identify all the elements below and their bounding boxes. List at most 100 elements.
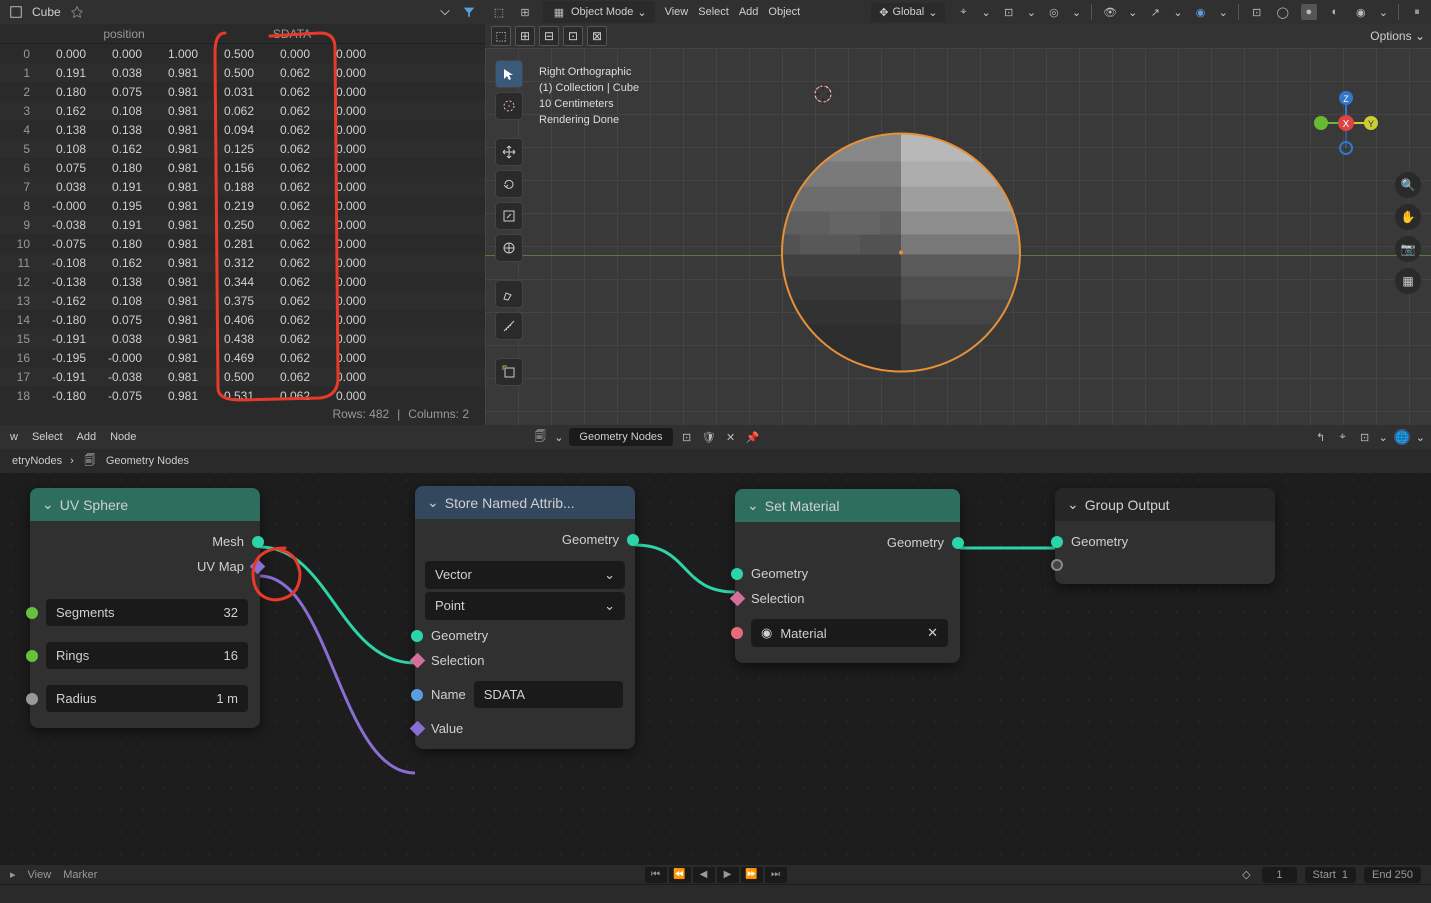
socket-geo-in[interactable]: Geometry — [751, 566, 808, 581]
table-row[interactable]: 00.0000.0001.0000.5000.0000.000 — [0, 44, 485, 63]
menu-w[interactable]: w — [10, 431, 18, 443]
table-row[interactable]: 30.1620.1080.9810.0620.0620.000 — [0, 101, 485, 120]
toggle-icon[interactable] — [437, 4, 453, 20]
table-row[interactable]: 13-0.1620.1080.9810.3750.0620.000 — [0, 291, 485, 310]
shade-wire-icon[interactable]: ◯ — [1275, 4, 1291, 20]
table-row[interactable]: 9-0.0380.1910.9810.2500.0620.000 — [0, 215, 485, 234]
orientation-dropdown[interactable]: ✥ Global ⌄ — [871, 3, 945, 22]
tool-rotate[interactable] — [495, 170, 523, 198]
interaction-icon[interactable]: ⊞ — [517, 4, 533, 20]
material-picker[interactable]: ◉Material✕ — [751, 619, 948, 647]
play-icon[interactable]: ▶ — [717, 867, 739, 883]
domain-dropdown[interactable]: Point⌄ — [425, 592, 625, 620]
browse-icon[interactable]: 🗐 — [532, 429, 548, 445]
socket-mesh[interactable]: Mesh — [212, 534, 244, 549]
table-row[interactable]: 40.1380.1380.9810.0940.0620.000 — [0, 120, 485, 139]
table-row[interactable]: 12-0.1380.1380.9810.3440.0620.000 — [0, 272, 485, 291]
socket-geo-out[interactable]: Geometry — [887, 535, 944, 550]
tool-move[interactable] — [495, 138, 523, 166]
menu-node[interactable]: Node — [110, 431, 136, 443]
table-row[interactable]: 11-0.1080.1620.9810.3120.0620.000 — [0, 253, 485, 272]
jump-end-icon[interactable]: ⏭ — [765, 867, 787, 883]
table-row[interactable]: 14-0.1800.0750.9810.4060.0620.000 — [0, 310, 485, 329]
menu-add[interactable]: Add — [739, 6, 759, 18]
tool-cursor[interactable] — [495, 92, 523, 120]
table-row[interactable]: 16-0.195-0.0000.9810.4690.0620.000 — [0, 348, 485, 367]
socket-value[interactable]: Value — [431, 721, 463, 736]
users-icon[interactable]: ⊡ — [679, 429, 695, 445]
col-position[interactable]: position — [40, 24, 208, 43]
parent-icon[interactable]: ↰ — [1313, 429, 1329, 445]
table-row[interactable]: 20.1800.0750.9810.0310.0620.000 — [0, 82, 485, 101]
name-input[interactable]: SDATA — [474, 681, 623, 708]
socket-uvmap[interactable]: UV Map — [197, 559, 244, 574]
table-row[interactable]: 60.0750.1800.9810.1560.0620.000 — [0, 158, 485, 177]
socket-selection[interactable]: Selection — [751, 591, 804, 606]
pause-icon[interactable]: ⏸ — [1409, 4, 1425, 20]
unlink-icon[interactable]: ✕ — [723, 429, 739, 445]
menu-select[interactable]: Select — [32, 431, 63, 443]
pan-icon[interactable]: ✋ — [1395, 204, 1421, 230]
overlays-icon[interactable]: ◉ — [1193, 4, 1209, 20]
socket-geo-in[interactable]: Geometry — [431, 628, 488, 643]
tool-transform[interactable] — [495, 234, 523, 262]
menu-view[interactable]: View — [28, 869, 52, 881]
socket-geo[interactable]: Geometry — [1071, 534, 1128, 549]
zoom-icon[interactable]: 🔍 — [1395, 172, 1421, 198]
node-store-attr[interactable]: ⌄Store Named Attrib... Geometry Vector⌄ … — [415, 486, 635, 749]
table-row[interactable]: 50.1080.1620.9810.1250.0620.000 — [0, 139, 485, 158]
sel-sub-icon[interactable]: ⊟ — [539, 26, 559, 46]
node-group-output[interactable]: ⌄Group Output Geometry — [1055, 488, 1275, 584]
table-row[interactable]: 15-0.1910.0380.9810.4380.0620.000 — [0, 329, 485, 348]
sel-invert-icon[interactable]: ⊠ — [587, 26, 607, 46]
col-sdata[interactable]: SDATA — [208, 24, 376, 43]
frame-start[interactable]: Start 1 — [1305, 867, 1356, 883]
xray-icon[interactable]: ⊡ — [1249, 4, 1265, 20]
menu-add[interactable]: Add — [77, 431, 97, 443]
menu-marker[interactable]: Marker — [63, 869, 97, 881]
node-uvsphere[interactable]: ⌄UV Sphere Mesh UV Map Segments32 Rings1… — [30, 488, 260, 728]
sel-extend-icon[interactable]: ⊞ — [515, 26, 535, 46]
shade-solid-icon[interactable]: ● — [1301, 4, 1317, 20]
filter-icon[interactable] — [461, 4, 477, 20]
socket-selection[interactable]: Selection — [431, 653, 484, 668]
persp-icon[interactable]: ▦ — [1395, 268, 1421, 294]
play-rev-icon[interactable]: ◀ — [693, 867, 715, 883]
proportional-icon[interactable]: ◎ — [1046, 4, 1062, 20]
tool-measure[interactable] — [495, 312, 523, 340]
pin-icon[interactable]: 📌 — [745, 429, 761, 445]
visibility-icon[interactable]: 👁 — [1102, 4, 1118, 20]
snap-icon[interactable]: ⌖ — [955, 4, 971, 20]
breadcrumb-tree[interactable]: Geometry Nodes — [106, 455, 189, 467]
keyframe-next-icon[interactable]: ⏩ — [741, 867, 763, 883]
fake-user-icon[interactable]: 🛡 — [701, 429, 717, 445]
sel-intersect-icon[interactable]: ⊡ — [563, 26, 583, 46]
menu-select[interactable]: Select — [698, 6, 729, 18]
nav-gizmo[interactable]: X Y Z — [1311, 88, 1381, 158]
tool-select[interactable] — [495, 60, 523, 88]
shade-matprev-icon[interactable]: ◐ — [1327, 4, 1343, 20]
table-row[interactable]: 10.1910.0380.9810.5000.0620.000 — [0, 63, 485, 82]
jump-start-icon[interactable]: ⏮ — [645, 867, 667, 883]
snap-type-icon[interactable]: ⊡ — [1357, 429, 1373, 445]
nodetree-name[interactable]: Geometry Nodes — [569, 428, 672, 446]
frame-end[interactable]: End 250 — [1364, 867, 1421, 883]
gizmo-icon[interactable]: ↗ — [1147, 4, 1163, 20]
shade-render-icon[interactable]: ◉ — [1353, 4, 1369, 20]
menu-object[interactable]: Object — [768, 6, 800, 18]
tool-annotate[interactable] — [495, 280, 523, 308]
node-set-material[interactable]: ⌄Set Material Geometry Geometry Selectio… — [735, 489, 960, 663]
options-dropdown[interactable]: Options ⌄ — [1370, 29, 1425, 43]
menu-view[interactable]: View — [665, 6, 689, 18]
tool-addcube[interactable] — [495, 358, 523, 386]
breadcrumb-modifier[interactable]: etryNodes — [12, 455, 62, 467]
editor-type-icon[interactable]: ⬚ — [491, 4, 507, 20]
pin-icon[interactable] — [69, 4, 85, 20]
table-row[interactable]: 8-0.0000.1950.9810.2190.0620.000 — [0, 196, 485, 215]
overlay-world-icon[interactable]: 🌐 — [1394, 429, 1410, 445]
keyframe-prev-icon[interactable]: ⏪ — [669, 867, 691, 883]
snap-icon[interactable]: ⌖ — [1335, 429, 1351, 445]
tool-scale[interactable] — [495, 202, 523, 230]
table-row[interactable]: 70.0380.1910.9810.1880.0620.000 — [0, 177, 485, 196]
frame-current[interactable]: 1 — [1262, 867, 1296, 883]
